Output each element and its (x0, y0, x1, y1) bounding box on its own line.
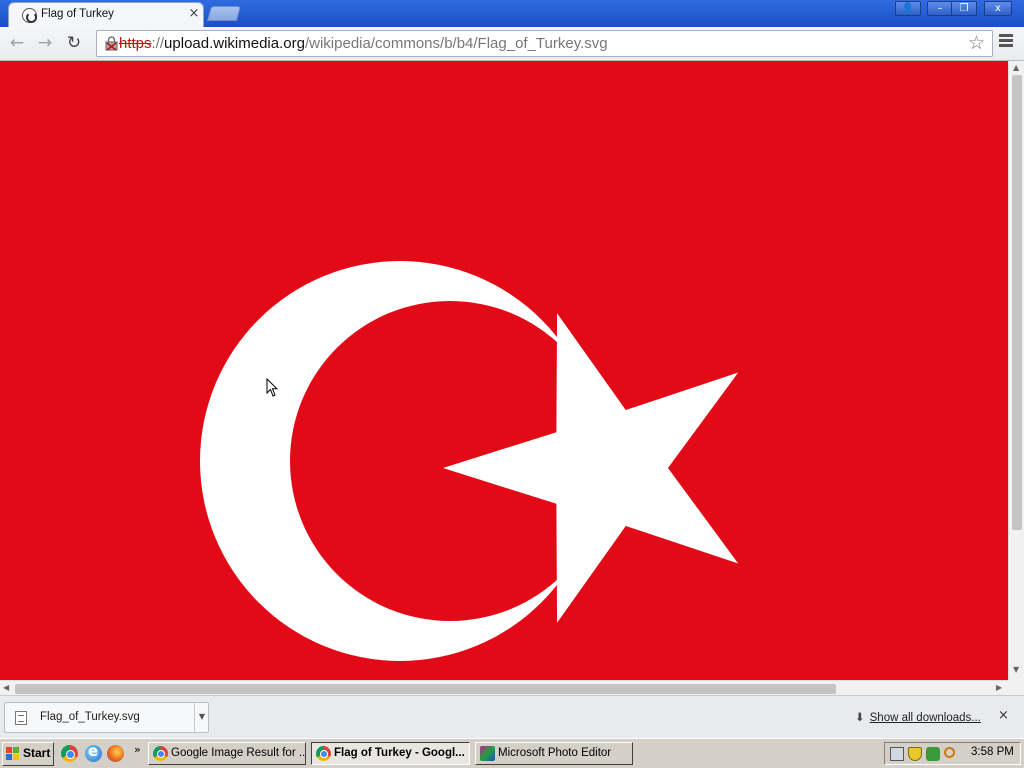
scroll-up-icon[interactable]: ▲ (1013, 63, 1019, 72)
chrome-icon (316, 746, 331, 761)
download-item[interactable]: Flag_of_Turkey.svg ▼ (4, 702, 209, 733)
reload-button[interactable]: ↻ (63, 33, 85, 55)
download-filename[interactable]: Flag_of_Turkey.svg (40, 711, 140, 723)
url-host: upload.wikimedia.org (164, 35, 305, 52)
forward-button[interactable]: → (34, 33, 56, 55)
page-content (0, 61, 1008, 680)
vertical-scrollbar[interactable]: ▲ ▼ (1008, 61, 1024, 680)
taskbar-item-google-image-result[interactable]: Google Image Result for ... (148, 742, 306, 765)
download-shelf: Flag_of_Turkey.svg ▼ ⬇ Show all downloads… (0, 695, 1024, 738)
browser-titlebar: Flag of Turkey × 👤 – ❐ x (0, 0, 1024, 27)
tab-close-icon[interactable]: × (187, 6, 201, 21)
bookmark-star-icon[interactable]: ☆ (968, 32, 985, 54)
close-shelf-icon[interactable]: × (998, 708, 1009, 723)
taskbar-item-label: Google Image Result for ... (171, 747, 306, 759)
taskbar-item-label: Flag of Turkey - Googl... (334, 747, 465, 759)
vertical-scroll-thumb[interactable] (1012, 75, 1022, 530)
scroll-right-icon[interactable]: ▶ (996, 683, 1002, 692)
network-icon[interactable] (890, 747, 904, 761)
photo-editor-icon (480, 746, 495, 761)
search-icon[interactable] (944, 747, 955, 758)
start-label: Start (23, 746, 51, 760)
url-text[interactable]: https://upload.wikimedia.org/wikipedia/c… (119, 35, 608, 52)
show-all-downloads-label: Show all downloads... (869, 712, 981, 724)
chrome-icon (153, 746, 168, 761)
horizontal-scroll-thumb[interactable] (15, 684, 836, 694)
windows-logo-icon (6, 747, 19, 760)
url-separator: :// (151, 35, 165, 52)
scroll-down-icon[interactable]: ▼ (1013, 665, 1019, 674)
show-all-downloads-link[interactable]: ⬇ Show all downloads... (855, 710, 981, 724)
system-tray: 3:58 PM (884, 742, 1021, 765)
chrome-menu-icon[interactable] (999, 34, 1013, 49)
download-menu-chevron-icon[interactable]: ▼ (194, 703, 209, 732)
quicklaunch-more-icon[interactable]: » (134, 743, 141, 756)
restore-button[interactable]: ❐ (951, 1, 977, 16)
tab-flag-of-turkey[interactable]: Flag of Turkey × (8, 2, 204, 27)
broken-https-lock-icon[interactable] (105, 36, 118, 51)
security-shield-icon[interactable] (908, 747, 922, 761)
scroll-corner (1008, 680, 1024, 695)
scroll-left-icon[interactable]: ◀ (3, 683, 9, 692)
mouse-pointer-icon (266, 378, 278, 397)
taskbar-item-flag-of-turkey[interactable]: Flag of Turkey - Googl... (311, 742, 470, 765)
recycle-icon[interactable] (926, 747, 940, 761)
clock[interactable]: 3:58 PM (971, 746, 1014, 758)
windows-taskbar: Start » Google Image Result for ... Flag… (0, 738, 1024, 768)
url-scheme: https (119, 35, 152, 52)
wikimedia-favicon-icon (22, 8, 37, 23)
taskbar-item-photo-editor[interactable]: Microsoft Photo Editor (475, 742, 633, 765)
new-tab-button[interactable] (206, 6, 242, 21)
close-window-button[interactable]: x (984, 1, 1012, 16)
back-button[interactable]: ← (6, 33, 28, 55)
address-bar[interactable]: https://upload.wikimedia.org/wikipedia/c… (96, 30, 993, 57)
internet-explorer-icon[interactable] (85, 742, 102, 762)
tab-title: Flag of Turkey (41, 8, 114, 20)
flag-of-turkey-image (0, 61, 1008, 680)
taskbar-item-label: Microsoft Photo Editor (498, 747, 612, 759)
horizontal-scrollbar[interactable]: ◀ ▶ (0, 680, 1008, 695)
firefox-icon[interactable] (107, 745, 124, 762)
minimize-button[interactable]: – (927, 1, 953, 16)
download-arrow-icon: ⬇ (855, 710, 865, 724)
browser-toolbar: ← → ↻ https://upload.wikimedia.org/wikip… (0, 27, 1024, 61)
url-path: /wikipedia/commons/b/b4/Flag_of_Turkey.s… (304, 35, 608, 52)
profile-icon[interactable]: 👤 (895, 1, 921, 16)
start-button[interactable]: Start (2, 742, 54, 766)
chrome-icon[interactable] (61, 745, 78, 762)
svg-file-icon (15, 711, 27, 725)
